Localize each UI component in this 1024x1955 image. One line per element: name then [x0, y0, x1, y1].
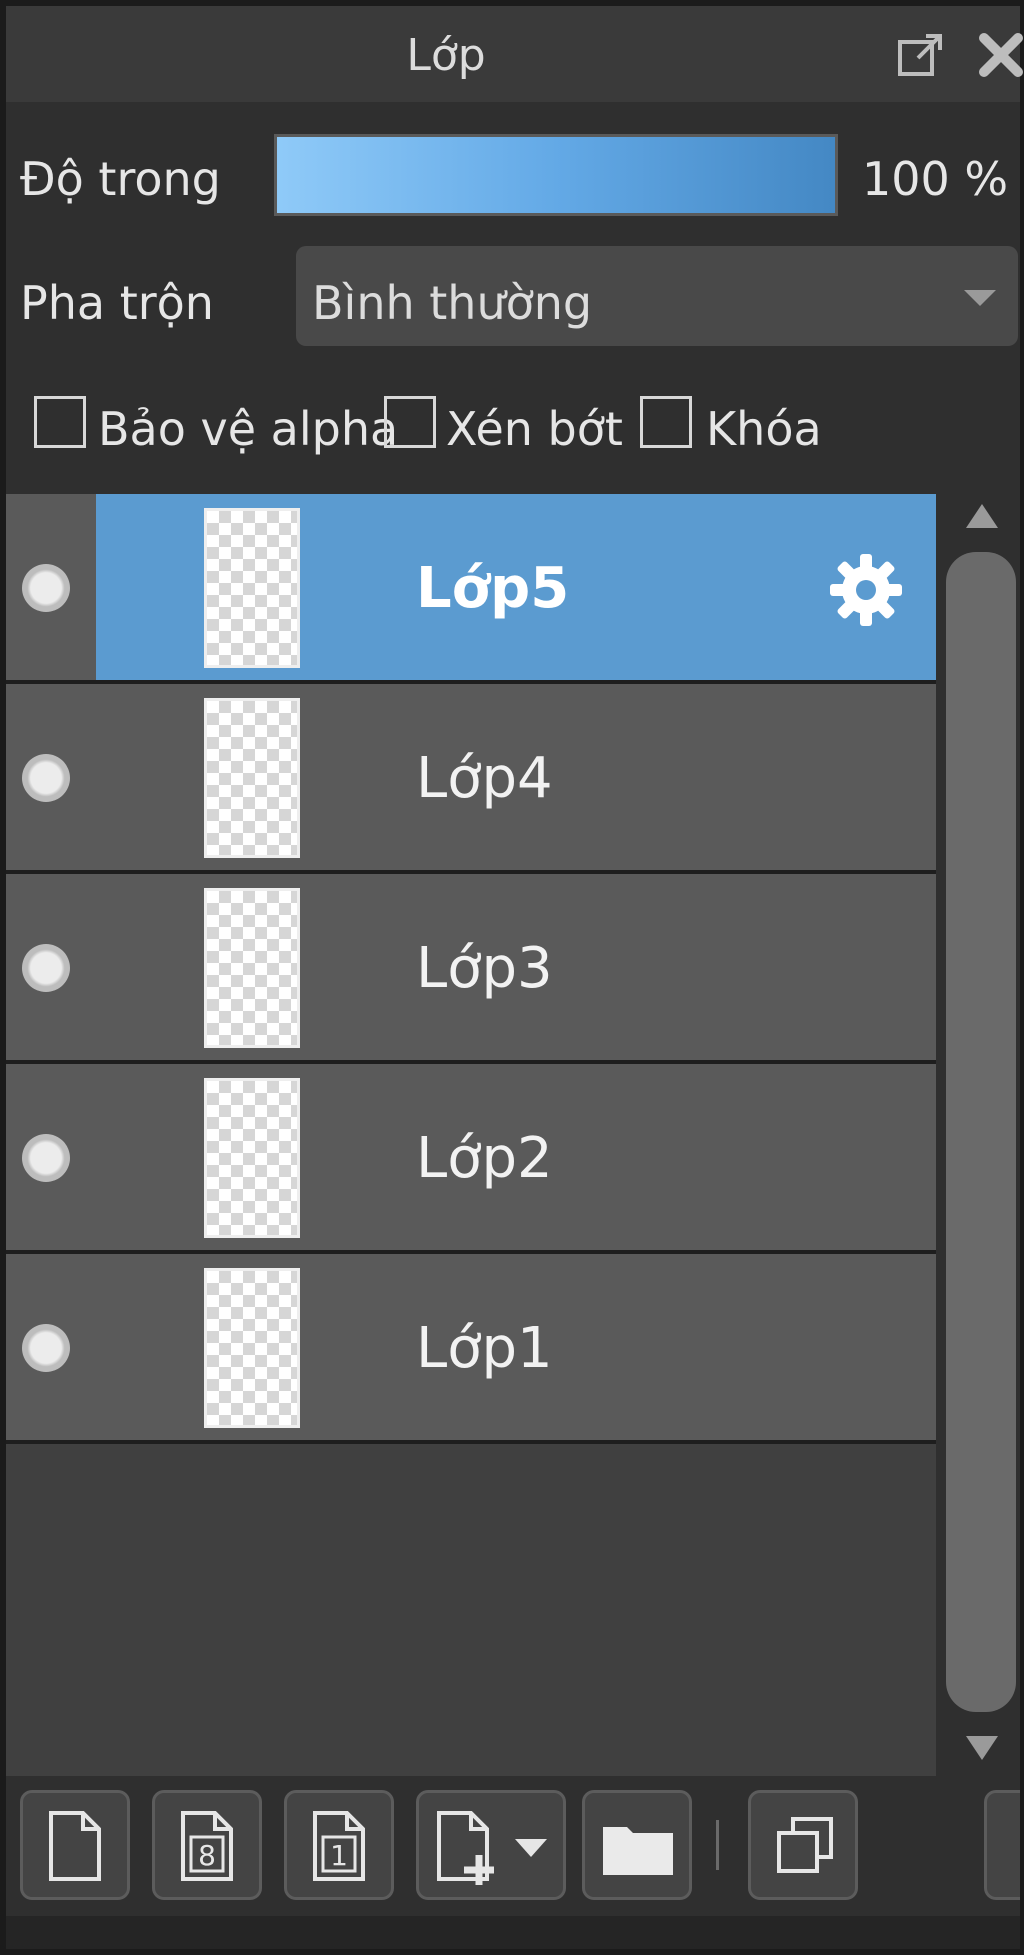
visibility-icon[interactable] — [22, 564, 70, 612]
protect-alpha-checkbox[interactable] — [34, 396, 86, 448]
undock-icon[interactable] — [894, 28, 948, 82]
opacity-value: 100 % — [862, 152, 1009, 206]
lock-checkbox[interactable] — [640, 396, 692, 448]
layer-list-scrollbar[interactable] — [942, 494, 1020, 1776]
add-layer-menu-button[interactable] — [416, 1790, 566, 1900]
new-folder-icon — [603, 1827, 673, 1875]
panel-status-bar — [6, 1916, 1020, 1949]
new-folder-button[interactable] — [582, 1790, 692, 1900]
visibility-icon[interactable] — [22, 1324, 70, 1372]
chevron-down-icon — [964, 290, 996, 306]
layer-thumbnail — [204, 1268, 300, 1428]
blend-mode-label: Pha trộn — [20, 276, 214, 330]
duplicate-layer-button[interactable] — [748, 1790, 858, 1900]
layer-name: Lớp5 — [416, 556, 570, 621]
layer-name: Lớp4 — [416, 746, 553, 811]
svg-text:8: 8 — [198, 1839, 216, 1872]
layer-row[interactable]: Lớp2 — [6, 1064, 936, 1254]
layer-name: Lớp2 — [416, 1126, 553, 1191]
layer-toolbar: 8 1 — [6, 1776, 1020, 1916]
blend-mode-select[interactable]: Bình thường — [296, 246, 1018, 346]
opacity-slider[interactable] — [274, 134, 838, 216]
visibility-icon[interactable] — [22, 944, 70, 992]
gear-icon[interactable] — [826, 550, 906, 630]
layer-panel: Lớp Độ trong 100 % Pha trộn Bình thường … — [6, 6, 1023, 1949]
layer-name: Lớp1 — [416, 1316, 553, 1381]
new-1bit-layer-button[interactable]: 1 — [284, 1790, 394, 1900]
layer-row[interactable]: Lớp4 — [6, 684, 936, 874]
opacity-label: Độ trong — [20, 152, 221, 206]
toolbar-separator — [716, 1820, 719, 1870]
protect-alpha-label[interactable]: Bảo vệ alpha — [98, 402, 398, 456]
more-toolbar-button[interactable] — [984, 1790, 1020, 1900]
blend-mode-value: Bình thường — [312, 276, 593, 330]
layer-row[interactable]: Lớp3 — [6, 874, 936, 1064]
close-icon[interactable] — [974, 28, 1024, 82]
layer-thumbnail — [204, 1078, 300, 1238]
new-8bit-layer-button[interactable]: 8 — [152, 1790, 262, 1900]
duplicate-layer-icon — [777, 1817, 833, 1873]
clipping-label[interactable]: Xén bớt — [446, 402, 623, 456]
svg-text:1: 1 — [330, 1839, 348, 1872]
scroll-thumb[interactable] — [946, 552, 1016, 1712]
scroll-up-icon[interactable] — [964, 500, 1000, 530]
new-layer-icon — [49, 1811, 101, 1881]
layer-row[interactable]: Lớp5 — [6, 494, 936, 684]
new-1bit-layer-icon: 1 — [313, 1811, 365, 1881]
visibility-icon[interactable] — [22, 1134, 70, 1182]
layer-name: Lớp3 — [416, 936, 553, 1001]
panel-title-bar: Lớp — [6, 6, 1023, 102]
layer-list: Lớp5 Lớp4 Lớp3 Lớp2 Lớp1 — [6, 494, 936, 1776]
layer-thumbnail — [204, 508, 300, 668]
scroll-down-icon[interactable] — [964, 1734, 1000, 1764]
add-layer-menu-icon — [437, 1811, 547, 1885]
lock-label[interactable]: Khóa — [706, 402, 822, 456]
layer-thumbnail — [204, 698, 300, 858]
visibility-icon[interactable] — [22, 754, 70, 802]
clipping-checkbox[interactable] — [384, 396, 436, 448]
layer-row[interactable]: Lớp1 — [6, 1254, 936, 1444]
new-8bit-layer-icon: 8 — [181, 1811, 233, 1881]
new-layer-button[interactable] — [20, 1790, 130, 1900]
opacity-slider-fill — [277, 137, 835, 213]
layer-thumbnail — [204, 888, 300, 1048]
panel-title: Lớp — [406, 30, 486, 81]
